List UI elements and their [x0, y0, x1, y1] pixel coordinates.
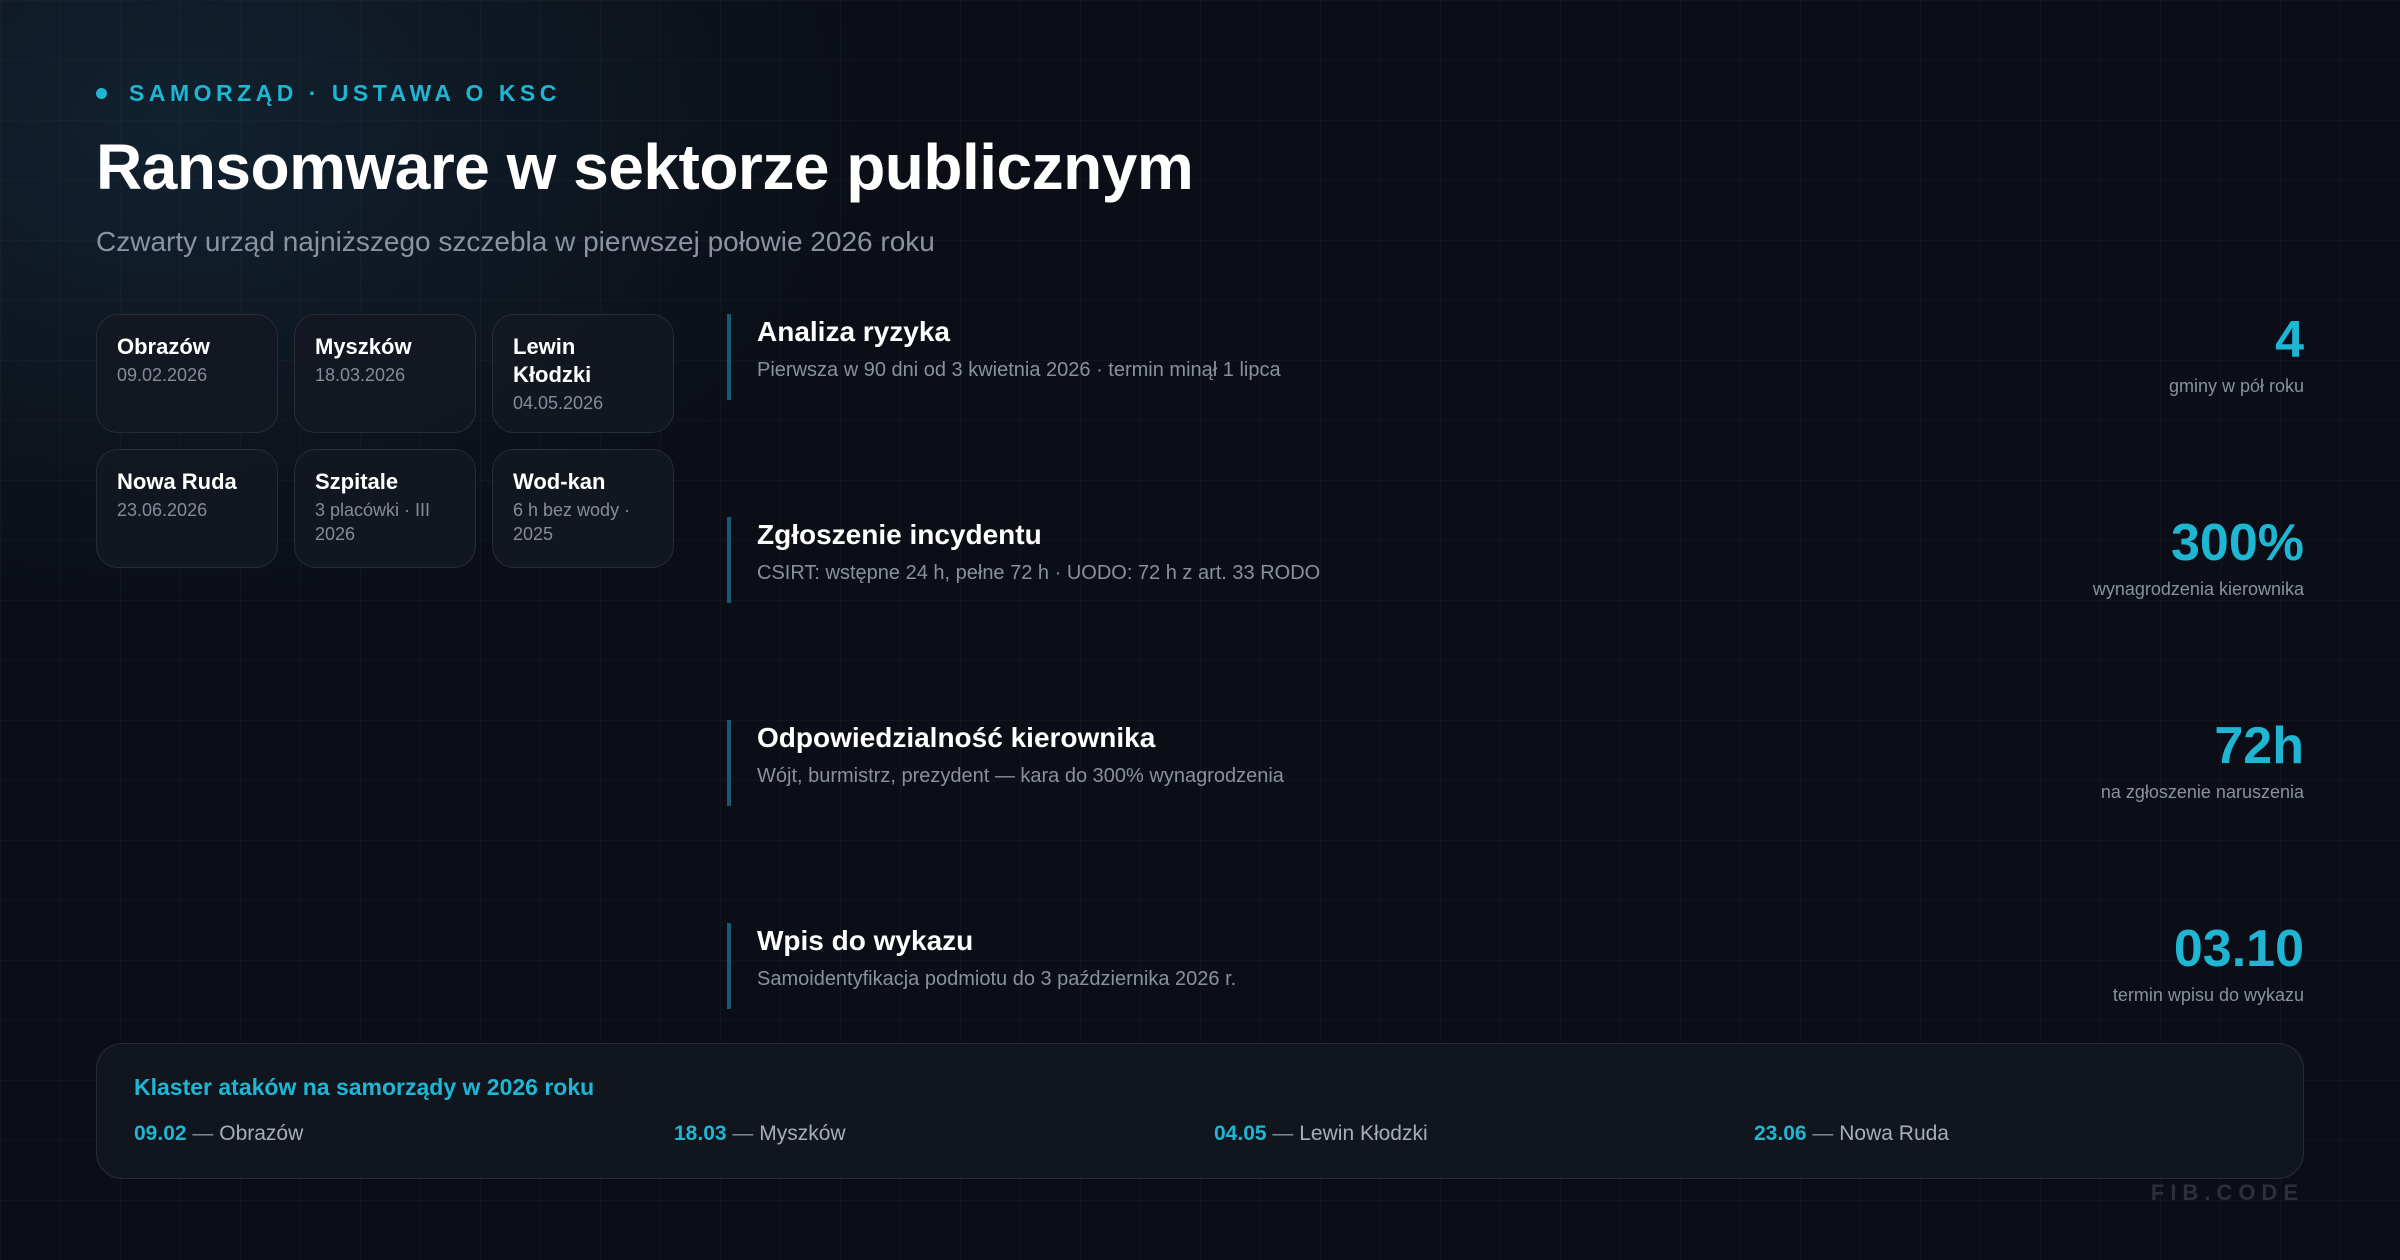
event-separator: —	[1272, 1122, 1300, 1145]
card-detail: 09.02.2026	[117, 365, 208, 385]
requirement-odpowiedzialnosc-kierownika: Odpowiedzialność kierownika Wójt, burmis…	[727, 717, 2304, 806]
event-place: Nowa Ruda	[1839, 1122, 1949, 1145]
incident-card-myszkow: Myszków 18.03.2026	[294, 314, 476, 433]
cluster-title: Klaster ataków na samorządy w 2026 roku	[134, 1074, 595, 1100]
event-date: 09.02	[134, 1122, 187, 1145]
requirement-wpis-do-wykazu: Wpis do wykazu Samoidentyfikacja podmiot…	[727, 920, 2304, 1009]
event-date: 18.03	[674, 1122, 727, 1145]
card-name: Lewin Kłodzki	[513, 334, 592, 387]
requirement-stat-caption: termin wpisu do wykazu	[2112, 985, 2304, 1005]
cluster-event: 18.03 — Myszków	[674, 1122, 1214, 1146]
card-detail: 3 placówki · III 2026	[315, 500, 431, 544]
incident-card-nowa-ruda: Nowa Ruda 23.06.2026	[96, 449, 278, 568]
cluster-timeline: 09.02 — Obrazów 18.03 — Myszków 04.05 — …	[134, 1122, 2294, 1146]
requirement-zgloszenie-incydentu: Zgłoszenie incydentu CSIRT: wstępne 24 h…	[727, 514, 2304, 603]
requirement-title: Zgłoszenie incydentu	[757, 519, 1042, 550]
requirement-stat-value: 300%	[2171, 514, 2304, 572]
incident-card-wod-kan: Wod-kan 6 h bez wody · 2025	[492, 449, 674, 568]
card-detail: 18.03.2026	[315, 365, 406, 385]
event-place: Obrazów	[219, 1122, 304, 1145]
incident-card-lewin-klodzki: Lewin Kłodzki 04.05.2026	[492, 314, 674, 433]
attack-cluster-panel: Klaster ataków na samorządy w 2026 roku …	[96, 1043, 2304, 1179]
event-date: 04.05	[1214, 1122, 1267, 1145]
card-detail: 04.05.2026	[513, 393, 604, 413]
card-detail: 6 h bez wody · 2025	[513, 500, 631, 544]
cluster-event: 04.05 — Lewin Kłodzki	[1214, 1122, 1754, 1146]
event-separator: —	[732, 1122, 760, 1145]
page-title: Ransomware w sektorze publicznym	[96, 131, 1194, 203]
requirement-stat-caption: gminy w pół roku	[2168, 376, 2304, 396]
requirement-title: Wpis do wykazu	[757, 925, 974, 956]
requirement-description: Pierwsza w 90 dni od 3 kwietnia 2026 · t…	[757, 359, 1281, 381]
cluster-event: 23.06 — Nowa Ruda	[1754, 1122, 2294, 1146]
card-name: Nowa Ruda	[117, 469, 237, 494]
incident-card-obrazow: Obrazów 09.02.2026	[96, 314, 278, 433]
requirement-stat-value: 03.10	[2173, 920, 2304, 978]
card-name: Szpitale	[315, 469, 399, 494]
event-separator: —	[192, 1122, 220, 1145]
event-separator: —	[1812, 1122, 1840, 1145]
requirement-description: CSIRT: wstępne 24 h, pełne 72 h · UODO: …	[757, 562, 1321, 584]
card-detail: 23.06.2026	[117, 500, 208, 520]
requirement-stat-value: 72h	[2214, 717, 2304, 775]
requirement-title: Odpowiedzialność kierownika	[757, 722, 1156, 753]
kicker-text: SAMORZĄD · USTAWA O KSC	[129, 80, 561, 106]
incident-cards: Obrazów 09.02.2026 Myszków 18.03.2026 Le…	[96, 314, 674, 568]
card-name: Obrazów	[117, 334, 210, 359]
requirement-description: Samoidentyfikacja podmiotu do 3 paździer…	[757, 968, 1237, 990]
kicker-dot-icon	[96, 88, 107, 99]
card-name: Myszków	[315, 334, 412, 359]
requirement-title: Analiza ryzyka	[757, 316, 950, 347]
incident-card-szpitale: Szpitale 3 placówki · III 2026	[294, 449, 476, 568]
cluster-event: 09.02 — Obrazów	[134, 1122, 674, 1146]
requirement-stat-caption: na zgłoszenie naruszenia	[2100, 782, 2304, 802]
requirement-description: Wójt, burmistrz, prezydent — kara do 300…	[757, 765, 1284, 787]
event-place: Myszków	[759, 1122, 846, 1145]
kicker: SAMORZĄD · USTAWA O KSC	[96, 80, 561, 107]
requirement-stat-caption: wynagrodzenia kierownika	[2092, 579, 2304, 599]
event-place: Lewin Kłodzki	[1299, 1122, 1428, 1145]
requirement-analiza-ryzyka: Analiza ryzyka Pierwsza w 90 dni od 3 kw…	[727, 311, 2304, 400]
card-name: Wod-kan	[513, 469, 606, 494]
brand-wordmark: FIB.CODE	[2150, 1180, 2304, 1205]
event-date: 23.06	[1754, 1122, 1807, 1145]
requirement-stat-value: 4	[2275, 311, 2304, 369]
page-subtitle: Czwarty urząd najniższego szczebla w pie…	[96, 226, 935, 257]
